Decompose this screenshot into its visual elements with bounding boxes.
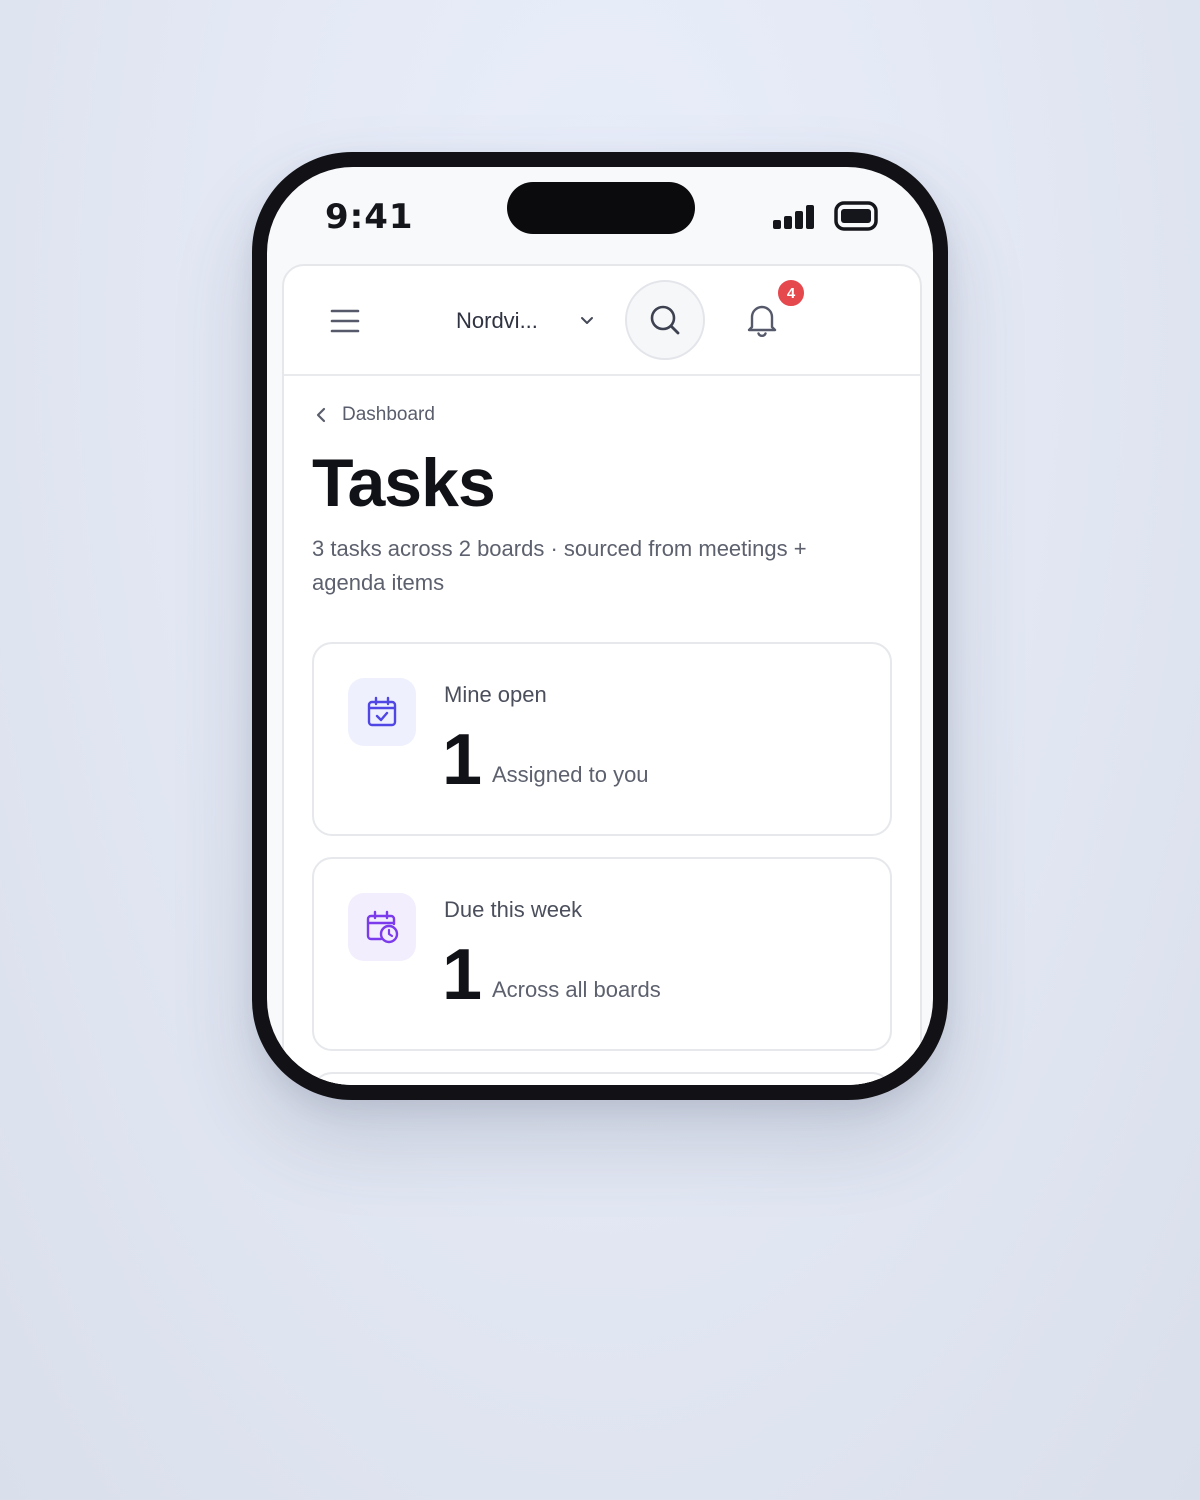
stat-card-due-this-week[interactable]: Due this week 1 Across all boards (312, 857, 892, 1051)
dynamic-island (507, 182, 695, 234)
calendar-clock-icon (348, 893, 416, 961)
phone-frame: 9:41 Nordvi... 4 Dashboard Tasks 3 tasks… (252, 152, 948, 1100)
status-time: 9:41 (325, 197, 414, 237)
top-bar: Nordvi... 4 (284, 266, 920, 376)
search-button[interactable] (625, 280, 705, 360)
org-name: Nordvi... (456, 308, 538, 333)
bell-icon[interactable] (742, 300, 782, 340)
stat-label: Mine open (444, 682, 547, 707)
stat-card-mine-open[interactable]: Mine open 1 Assigned to you (312, 642, 892, 836)
stat-value: 1 (442, 720, 483, 800)
chevron-left-icon (316, 407, 326, 423)
page-subtitle: 3 tasks across 2 boards · sourced from m… (312, 536, 807, 595)
search-icon (650, 305, 680, 335)
notification-badge: 4 (776, 278, 806, 308)
stat-description: Assigned to you (492, 762, 649, 787)
stat-description: Across all boards (492, 977, 661, 1002)
battery-icon (834, 201, 878, 231)
menu-icon[interactable] (328, 304, 362, 338)
signal-icon (773, 205, 814, 229)
calendar-check-icon (348, 678, 416, 746)
page-title: Tasks (312, 445, 496, 521)
app-container: Nordvi... 4 Dashboard Tasks 3 tasks acro… (282, 264, 922, 1085)
breadcrumb-label: Dashboard (342, 404, 435, 425)
phone-screen: 9:41 Nordvi... 4 Dashboard Tasks 3 tasks… (267, 167, 933, 1085)
org-switcher[interactable]: Nordvi... (456, 300, 596, 342)
chevron-down-icon (581, 317, 593, 324)
stat-value: 1 (442, 935, 483, 1015)
breadcrumb[interactable]: Dashboard (314, 404, 435, 426)
stat-label: Due this week (444, 897, 583, 922)
stat-card-next[interactable] (312, 1072, 892, 1085)
